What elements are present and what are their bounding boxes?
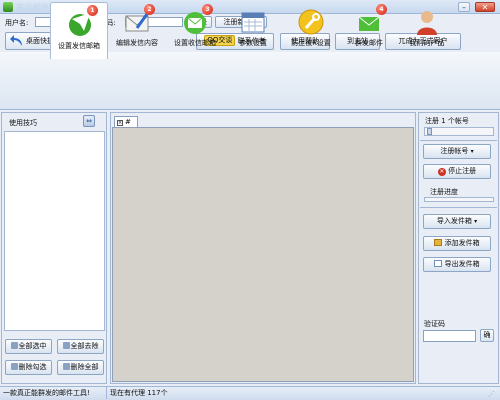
pin-icon[interactable]: ⇔ — [83, 115, 95, 127]
app-icon — [3, 2, 13, 12]
wrench-icon — [298, 9, 324, 35]
tab-label: 我们的产品 — [409, 39, 445, 47]
stop-icon: ✕ — [437, 168, 446, 176]
tab-edit-content[interactable]: 2 编辑发信内容 — [108, 2, 166, 56]
tab-our-products[interactable]: 我们的产品 — [398, 2, 456, 56]
document-tab-label: # — [125, 118, 131, 126]
tab-badge: 4 — [376, 4, 387, 15]
register-progress-label: 注册进度 — [430, 188, 458, 196]
tab-anti-block-settings[interactable]: 防止被K设置 — [282, 2, 340, 56]
add-outbox-button[interactable]: 添加发件箱 — [423, 236, 491, 251]
status-proxy-count: 现在有代理 117个 — [110, 389, 168, 397]
eraser-icon — [10, 363, 18, 370]
select-all-button[interactable]: 全部选中 — [5, 339, 52, 354]
import-outbox-button[interactable]: 导入发件箱 ▾ — [423, 214, 491, 229]
close-icon[interactable]: × — [117, 120, 123, 126]
export-outbox-label: 导出发件箱 — [444, 260, 480, 268]
tips-list[interactable] — [4, 131, 105, 331]
tab-badge: 2 — [144, 4, 155, 15]
tab-receive-mailbox[interactable]: 3 设置收信邮箱 — [166, 2, 224, 56]
deselect-all-button[interactable]: 全部去除 — [57, 339, 104, 354]
username-label: 用户名: — [5, 19, 29, 27]
slider-thumb[interactable] — [427, 128, 432, 135]
add-outbox-label: 添加发件箱 — [444, 239, 480, 247]
minimize-icon[interactable]: – — [458, 2, 470, 12]
tab-label: 参数设置 — [239, 39, 267, 47]
resize-grip-icon[interactable]: ⋰ — [488, 390, 497, 399]
tab-badge: 1 — [87, 5, 98, 16]
tab-mass-mail[interactable]: 4 群发邮件 — [340, 2, 398, 56]
register-count-label: 注册 1 个帐号 — [425, 117, 469, 125]
arrow-curve-icon — [10, 35, 22, 46]
register-account-label: 注册帐号 — [440, 147, 469, 155]
import-outbox-label: 导入发件箱 — [436, 217, 472, 225]
feature-tab-strip — [0, 52, 500, 110]
stop-register-button[interactable]: ✕ 停止注册 — [423, 164, 491, 179]
delete-all-button[interactable]: 删除全部 — [57, 360, 104, 375]
tab-label: 设置收信邮箱 — [174, 39, 216, 47]
delete-checked-button[interactable]: 删除勾选 — [5, 360, 52, 375]
document-tab[interactable]: × # — [114, 116, 138, 127]
captcha-label: 验证码 — [424, 320, 445, 328]
tab-label: 设置发信邮箱 — [58, 42, 100, 50]
divider — [420, 140, 497, 141]
add-folder-icon — [434, 239, 443, 246]
close-icon[interactable]: ✕ — [475, 2, 495, 12]
tab-label: 编辑发信内容 — [116, 39, 158, 47]
select-all-label: 全部选中 — [18, 342, 47, 350]
tab-badge: 3 — [202, 4, 213, 15]
export-icon — [434, 260, 443, 267]
status-slogan: 一款真正能群发的邮件工具! — [3, 389, 90, 397]
checkbox-icon — [10, 342, 18, 349]
stop-register-label: 停止注册 — [448, 167, 477, 175]
divider — [106, 387, 107, 399]
calendar-settings-icon — [241, 12, 265, 33]
tab-label: 防止被K设置 — [291, 39, 331, 47]
chevron-down-icon: ▾ — [470, 148, 474, 155]
checkbox-icon — [62, 342, 70, 349]
document-area[interactable] — [112, 127, 414, 382]
delete-all-label: 删除全部 — [70, 363, 99, 371]
person-icon — [417, 11, 437, 35]
register-count-slider[interactable] — [424, 127, 494, 136]
tab-label: 群发邮件 — [355, 39, 383, 47]
divider — [420, 207, 497, 208]
captcha-input[interactable] — [423, 330, 476, 342]
tips-header: 使用技巧 ⇔ — [3, 115, 103, 128]
tab-send-mailbox[interactable]: 1 设置发信邮箱 — [50, 2, 108, 59]
register-progress-bar — [424, 197, 494, 202]
chevron-down-icon: ▾ — [474, 218, 478, 225]
delete-checked-label: 删除勾选 — [18, 363, 47, 371]
captcha-confirm-button[interactable]: 确 — [480, 329, 494, 342]
tab-parameter-settings[interactable]: 参数设置 — [224, 2, 282, 56]
eraser-icon — [62, 363, 70, 370]
register-account-button[interactable]: 注册帐号 ▾ — [423, 144, 491, 159]
deselect-all-label: 全部去除 — [70, 342, 99, 350]
tips-title: 使用技巧 — [9, 119, 37, 127]
export-outbox-button[interactable]: 导出发件箱 — [423, 257, 491, 272]
